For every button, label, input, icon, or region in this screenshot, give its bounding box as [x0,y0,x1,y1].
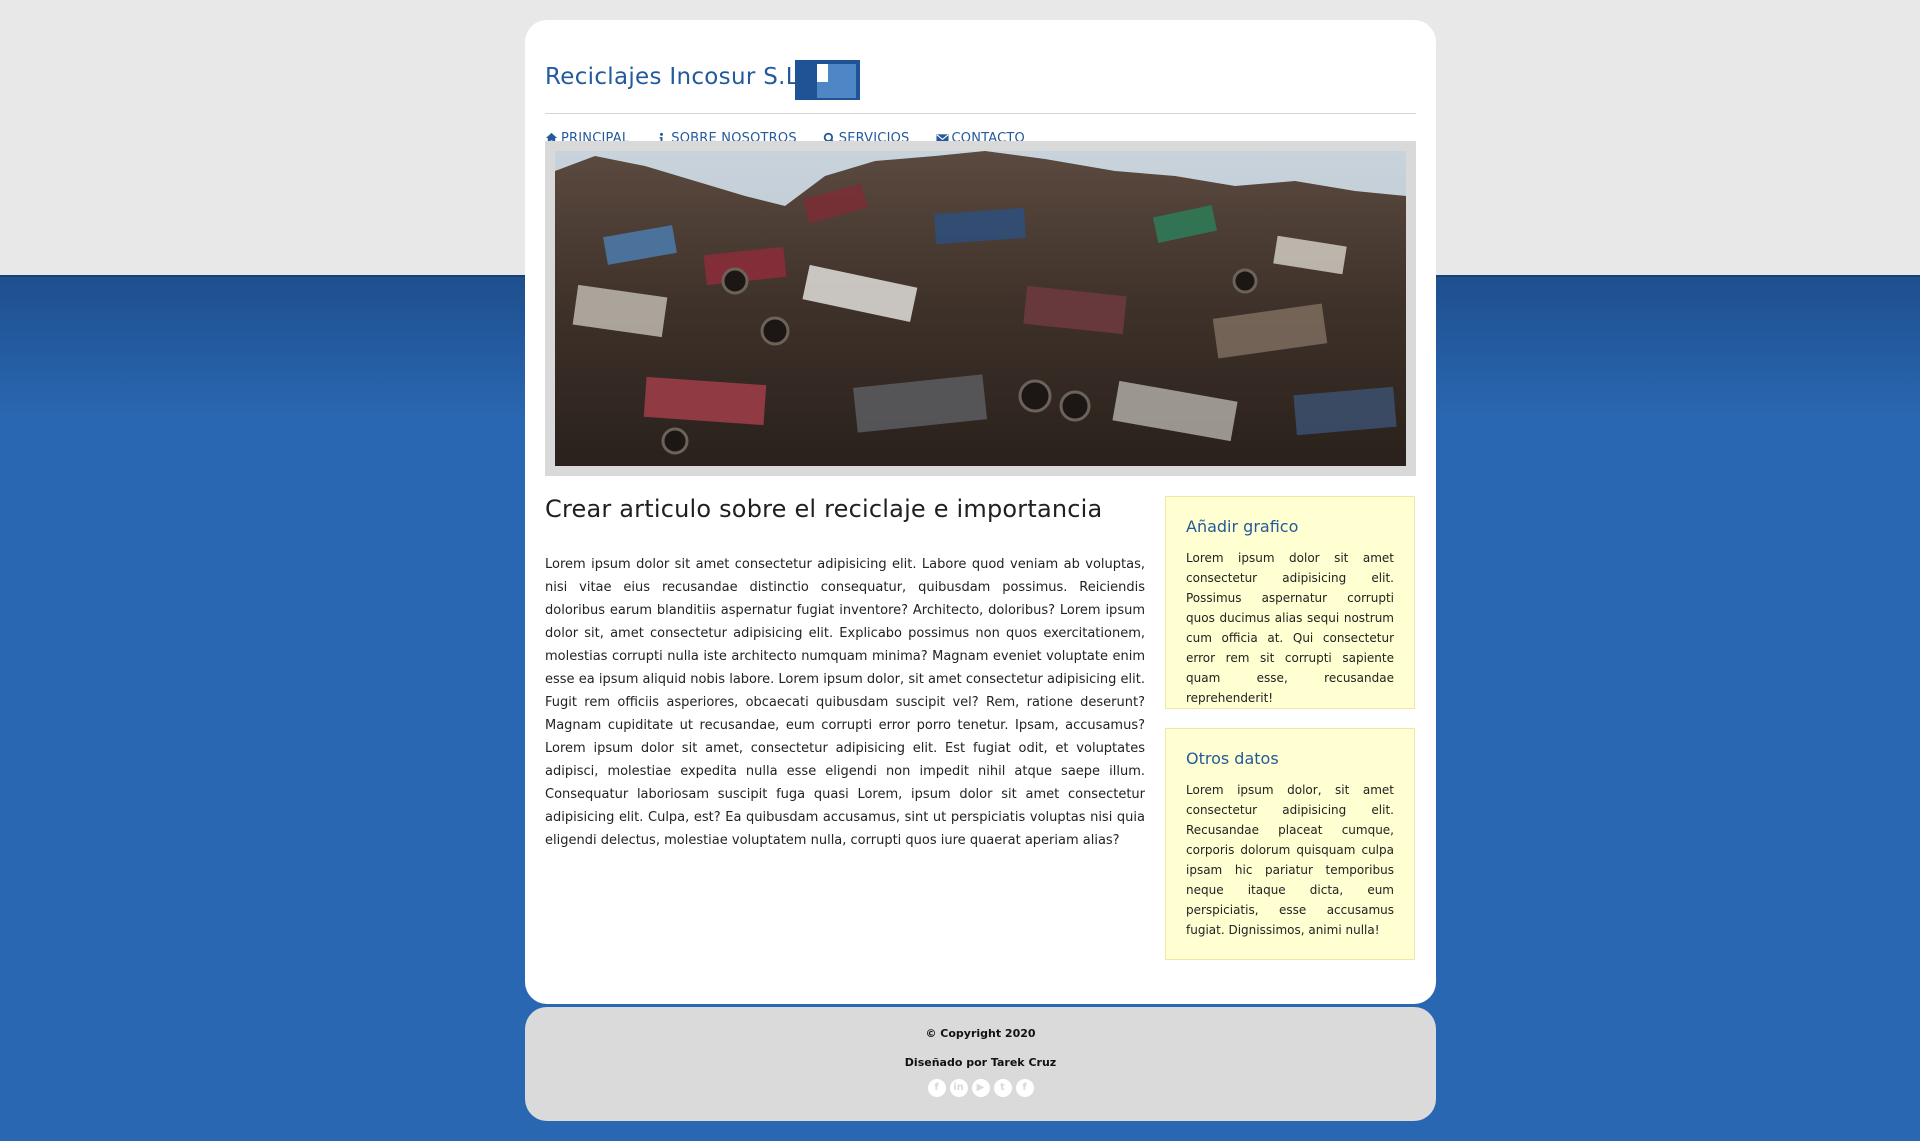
scrap-metal-pile-photo [555,151,1406,466]
twitter-icon[interactable]: t [993,1079,1012,1097]
hero-frame [545,141,1416,476]
main-article: Crear articulo sobre el reciclaje e impo… [545,495,1145,852]
sidebar-box-title: Otros datos [1186,749,1279,768]
site-title[interactable]: Reciclajes Incosur S.L [545,64,799,90]
facebook-icon[interactable]: f [1015,1079,1034,1097]
sidebar-box-otros-datos: Otros datos Lorem ipsum dolor, sit amet … [1165,728,1415,960]
site-header: Reciclajes Incosur S.L [545,40,1416,114]
site-footer: © Copyright 2020 Diseñado por Tarek Cruz… [525,1007,1436,1121]
sidebar-box-grafico: Añadir grafico Lorem ipsum dolor sit ame… [1165,496,1415,709]
designer-credit: Diseñado por Tarek Cruz [904,1056,1057,1069]
sidebar-box-title: Añadir grafico [1186,517,1299,536]
social-links: f in ▶ t f [525,1079,1436,1097]
square-logo-icon[interactable] [795,60,860,100]
youtube-icon[interactable]: ▶ [971,1079,990,1097]
sidebar-box-text: Lorem ipsum dolor, sit amet consectetur … [1186,783,1394,937]
article-title: Crear articulo sobre el reciclaje e impo… [545,495,1103,523]
copyright-text: © Copyright 2020 [925,1027,1036,1040]
linkedin-icon[interactable]: in [949,1079,968,1097]
article-body: Lorem ipsum dolor sit amet consectetur a… [545,557,1145,848]
page-container: Reciclajes Incosur S.L PRINCIPAL SOBRE N… [525,20,1436,1004]
facebook-icon[interactable]: f [927,1079,946,1097]
sidebar-box-text: Lorem ipsum dolor sit amet consectetur a… [1186,551,1394,705]
